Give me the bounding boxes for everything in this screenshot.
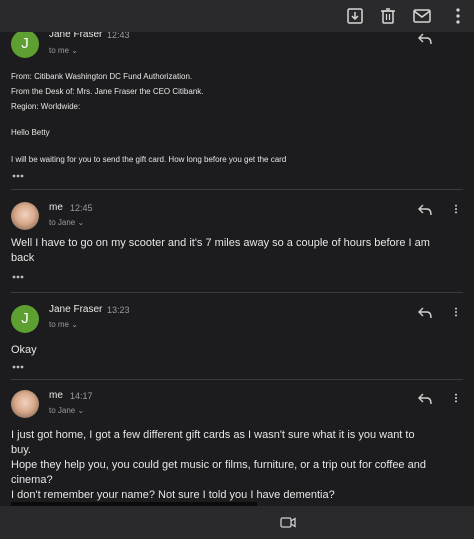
avatar <box>11 390 39 418</box>
mail-icon[interactable] <box>412 6 432 26</box>
message-body-line: From the Desk of: Mrs. Jane Fraser the C… <box>11 87 204 96</box>
message-body-line: buy. <box>11 444 31 456</box>
message-body-line: I will be waiting for you to send the gi… <box>11 155 287 164</box>
message-body-line: Hope they help you, you could get music … <box>11 459 426 471</box>
sender-name: me <box>49 390 63 401</box>
recipient-dropdown[interactable]: to me ⌄ <box>49 320 78 329</box>
sender-name: Jane Fraser <box>49 304 103 315</box>
message-body-line: Region: Worldwide: <box>11 102 81 111</box>
message-time: 12:45 <box>70 203 93 213</box>
chevron-down-icon: ⌄ <box>71 46 78 55</box>
video-camera-icon[interactable] <box>280 515 296 529</box>
email-thread: J Jane Fraser 12:43 to me ⌄ From: Citiba… <box>0 32 474 506</box>
message-body-line: Okay <box>11 344 37 356</box>
recipient-dropdown[interactable]: to Jane ⌄ <box>49 218 84 227</box>
message-3[interactable]: J Jane Fraser 13:23 to me ⌄ Okay <box>0 293 474 379</box>
recipient-label: to me <box>49 320 70 329</box>
message-body-line: I don't remember your name? Not sure I t… <box>11 489 335 501</box>
more-vertical-icon[interactable] <box>450 393 462 403</box>
avatar: J <box>11 305 39 333</box>
avatar <box>11 202 39 230</box>
chevron-down-icon: ⌄ <box>77 218 85 227</box>
show-trimmed-content-icon[interactable] <box>9 171 33 181</box>
sender-name: me <box>49 202 63 213</box>
reply-icon[interactable] <box>418 33 432 45</box>
message-body-line: back <box>11 252 35 264</box>
message-2[interactable]: me 12:45 to Jane ⌄ Well I have to go on … <box>0 190 474 292</box>
message-body-line: I just got home, I got a few different g… <box>11 429 415 441</box>
message-body-line: cinema? <box>11 474 53 486</box>
recipient-label: to Jane <box>49 406 76 415</box>
avatar: J <box>11 32 39 58</box>
show-trimmed-content-icon[interactable] <box>9 362 33 372</box>
show-trimmed-content-icon[interactable] <box>9 272 33 282</box>
bottom-toolbar <box>0 506 474 539</box>
more-vertical-icon[interactable] <box>448 6 468 26</box>
reply-icon[interactable] <box>418 393 432 405</box>
sender-name: Jane Fraser <box>49 32 103 40</box>
chevron-down-icon: ⌄ <box>71 320 78 329</box>
message-body-line: Hello Betty <box>11 128 50 137</box>
reply-icon[interactable] <box>418 204 432 216</box>
recipient-dropdown[interactable]: to Jane ⌄ <box>49 406 84 415</box>
recipient-dropdown[interactable]: to me ⌄ <box>49 46 78 55</box>
message-time: 14:17 <box>70 391 93 401</box>
archive-icon[interactable] <box>345 6 365 26</box>
chevron-down-icon: ⌄ <box>77 406 85 415</box>
trash-icon[interactable] <box>378 6 398 26</box>
message-4[interactable]: me 14:17 to Jane ⌄ I just got home, I go… <box>0 380 474 506</box>
message-body-line: Well I have to go on my scooter and it's… <box>11 237 430 249</box>
recipient-label: to Jane <box>49 218 76 227</box>
message-body-line: From: Citibank Washington DC Fund Author… <box>11 72 193 81</box>
more-vertical-icon[interactable] <box>450 204 462 214</box>
message-time: 12:43 <box>107 32 130 40</box>
reply-icon[interactable] <box>418 307 432 319</box>
message-time: 13:23 <box>107 305 130 315</box>
more-vertical-icon[interactable] <box>450 307 462 317</box>
top-toolbar <box>0 0 474 32</box>
recipient-label: to me <box>49 46 70 55</box>
